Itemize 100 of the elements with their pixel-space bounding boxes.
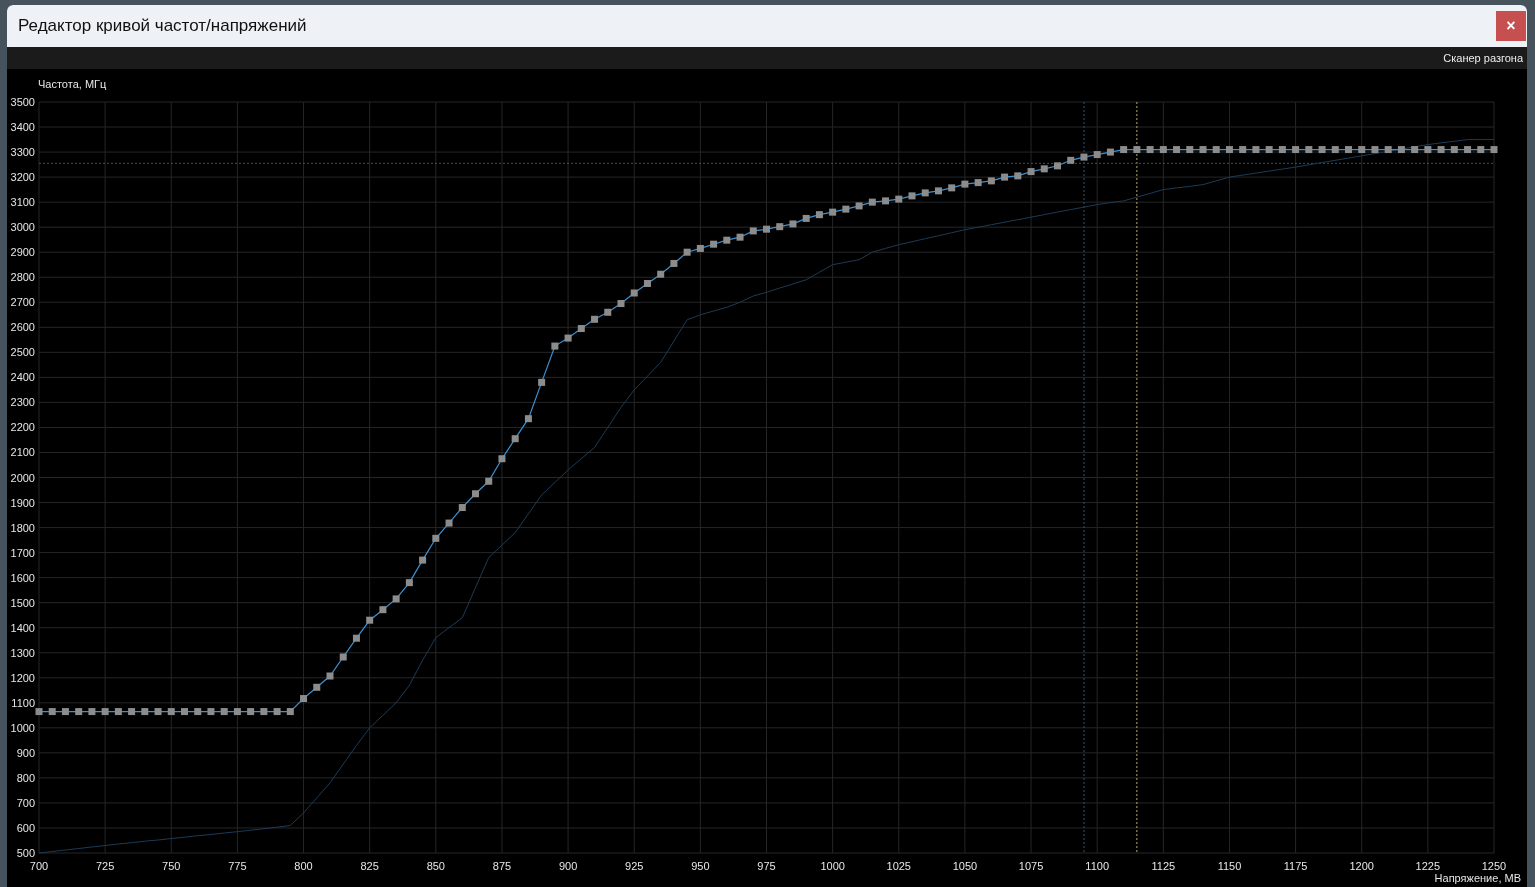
curve-point[interactable] — [1371, 146, 1379, 154]
curve-point[interactable] — [1239, 146, 1247, 154]
curve-point[interactable] — [1397, 146, 1405, 154]
curve-point[interactable] — [1345, 146, 1352, 154]
curve-point[interactable] — [61, 708, 69, 716]
curve-point[interactable] — [88, 708, 96, 716]
curve-point[interactable] — [1093, 151, 1101, 159]
curve-point[interactable] — [472, 490, 479, 498]
curve-point[interactable] — [405, 579, 413, 587]
close-button[interactable]: × — [1496, 11, 1526, 41]
curve-point[interactable] — [1080, 153, 1088, 161]
curve-point[interactable] — [313, 683, 321, 691]
curve-point[interactable] — [1067, 156, 1075, 164]
curve-point[interactable] — [763, 225, 770, 233]
curve-point[interactable] — [167, 708, 175, 716]
curve-point[interactable] — [181, 708, 188, 716]
curve-point[interactable] — [352, 634, 360, 642]
curve-point[interactable] — [974, 179, 982, 187]
curve-point[interactable] — [1186, 146, 1194, 154]
curve-point[interactable] — [207, 708, 215, 716]
curve-point[interactable] — [1252, 146, 1260, 154]
curve-point[interactable] — [128, 708, 136, 716]
curve-point[interactable] — [749, 227, 757, 235]
curve-point[interactable] — [934, 187, 942, 195]
curve-point[interactable] — [882, 197, 890, 205]
curve-point[interactable] — [75, 708, 83, 716]
curve-point[interactable] — [419, 556, 427, 564]
curve-point[interactable] — [723, 236, 731, 244]
curve-point[interactable] — [842, 205, 850, 213]
curve-point[interactable] — [511, 435, 519, 443]
curve-point[interactable] — [1424, 146, 1432, 154]
curve-point[interactable] — [1464, 146, 1472, 154]
curve-point[interactable] — [1318, 146, 1326, 154]
curve-point[interactable] — [300, 695, 308, 703]
curve-point[interactable] — [445, 519, 453, 527]
curve-point[interactable] — [591, 315, 599, 323]
curve-point[interactable] — [154, 708, 162, 716]
toolbar-menu-item[interactable]: Сканер разгона — [1443, 49, 1527, 67]
curve-point[interactable] — [1278, 146, 1286, 154]
curve-point[interactable] — [1054, 162, 1061, 170]
curve-point[interactable] — [339, 653, 347, 661]
curve-point[interactable] — [776, 223, 784, 231]
curve-point[interactable] — [710, 240, 718, 248]
curve-point[interactable] — [908, 192, 916, 200]
curve-point[interactable] — [379, 606, 387, 614]
curve-point[interactable] — [1358, 146, 1366, 154]
curve-point[interactable] — [1437, 146, 1445, 154]
curve-point[interactable] — [1014, 172, 1022, 180]
curve-point[interactable] — [524, 415, 532, 423]
curve-point[interactable] — [1159, 146, 1167, 154]
curve-point[interactable] — [114, 708, 122, 716]
curve-point[interactable] — [815, 211, 823, 219]
curve-point[interactable] — [1146, 146, 1154, 154]
curve-point[interactable] — [1027, 168, 1035, 176]
curve-point[interactable] — [1199, 146, 1207, 154]
curve-point[interactable] — [247, 708, 255, 716]
curve-point[interactable] — [1173, 146, 1181, 154]
curve-point[interactable] — [577, 325, 585, 333]
curve-point[interactable] — [1212, 146, 1220, 154]
curve-point[interactable] — [392, 595, 400, 603]
curve-point[interactable] — [1120, 146, 1128, 154]
curve-point[interactable] — [1106, 148, 1114, 156]
curve-point[interactable] — [789, 220, 797, 228]
curve-point[interactable] — [458, 504, 466, 512]
curve-point[interactable] — [921, 189, 929, 197]
curve-point[interactable] — [1133, 146, 1141, 154]
curve-point[interactable] — [1411, 146, 1419, 154]
curve-point[interactable] — [1384, 146, 1392, 154]
curve-point[interactable] — [551, 342, 559, 350]
curve-point[interactable] — [260, 708, 268, 716]
curve-point[interactable] — [1292, 146, 1300, 154]
curve-point[interactable] — [498, 455, 506, 463]
curve-point[interactable] — [1331, 146, 1339, 154]
curve-point[interactable] — [736, 233, 744, 241]
curve-point[interactable] — [643, 280, 651, 287]
curve-point[interactable] — [630, 289, 638, 297]
curve-point[interactable] — [670, 259, 678, 267]
curve-point[interactable] — [604, 308, 612, 316]
curve-point[interactable] — [538, 378, 546, 386]
curve-point[interactable] — [35, 708, 43, 716]
curve-point[interactable] — [683, 248, 691, 256]
curve-point[interactable] — [366, 616, 374, 624]
curve-point[interactable] — [485, 477, 493, 485]
curve-point[interactable] — [273, 708, 281, 716]
curve-point[interactable] — [1225, 146, 1233, 154]
curve-point[interactable] — [895, 195, 903, 203]
curve-point[interactable] — [1265, 146, 1273, 154]
curve-point[interactable] — [326, 672, 334, 680]
curve-point[interactable] — [868, 198, 876, 206]
curve-point[interactable] — [1305, 146, 1313, 154]
curve-point[interactable] — [696, 244, 704, 252]
curve-point[interactable] — [1450, 146, 1458, 154]
curve-point[interactable] — [286, 708, 294, 716]
curve-point[interactable] — [829, 208, 837, 216]
curve-point[interactable] — [1477, 146, 1485, 154]
curve-point[interactable] — [141, 708, 149, 716]
curve-point[interactable] — [564, 334, 572, 342]
curve-point[interactable] — [802, 214, 810, 222]
curve-point[interactable] — [987, 177, 995, 185]
curve-point[interactable] — [48, 708, 56, 716]
